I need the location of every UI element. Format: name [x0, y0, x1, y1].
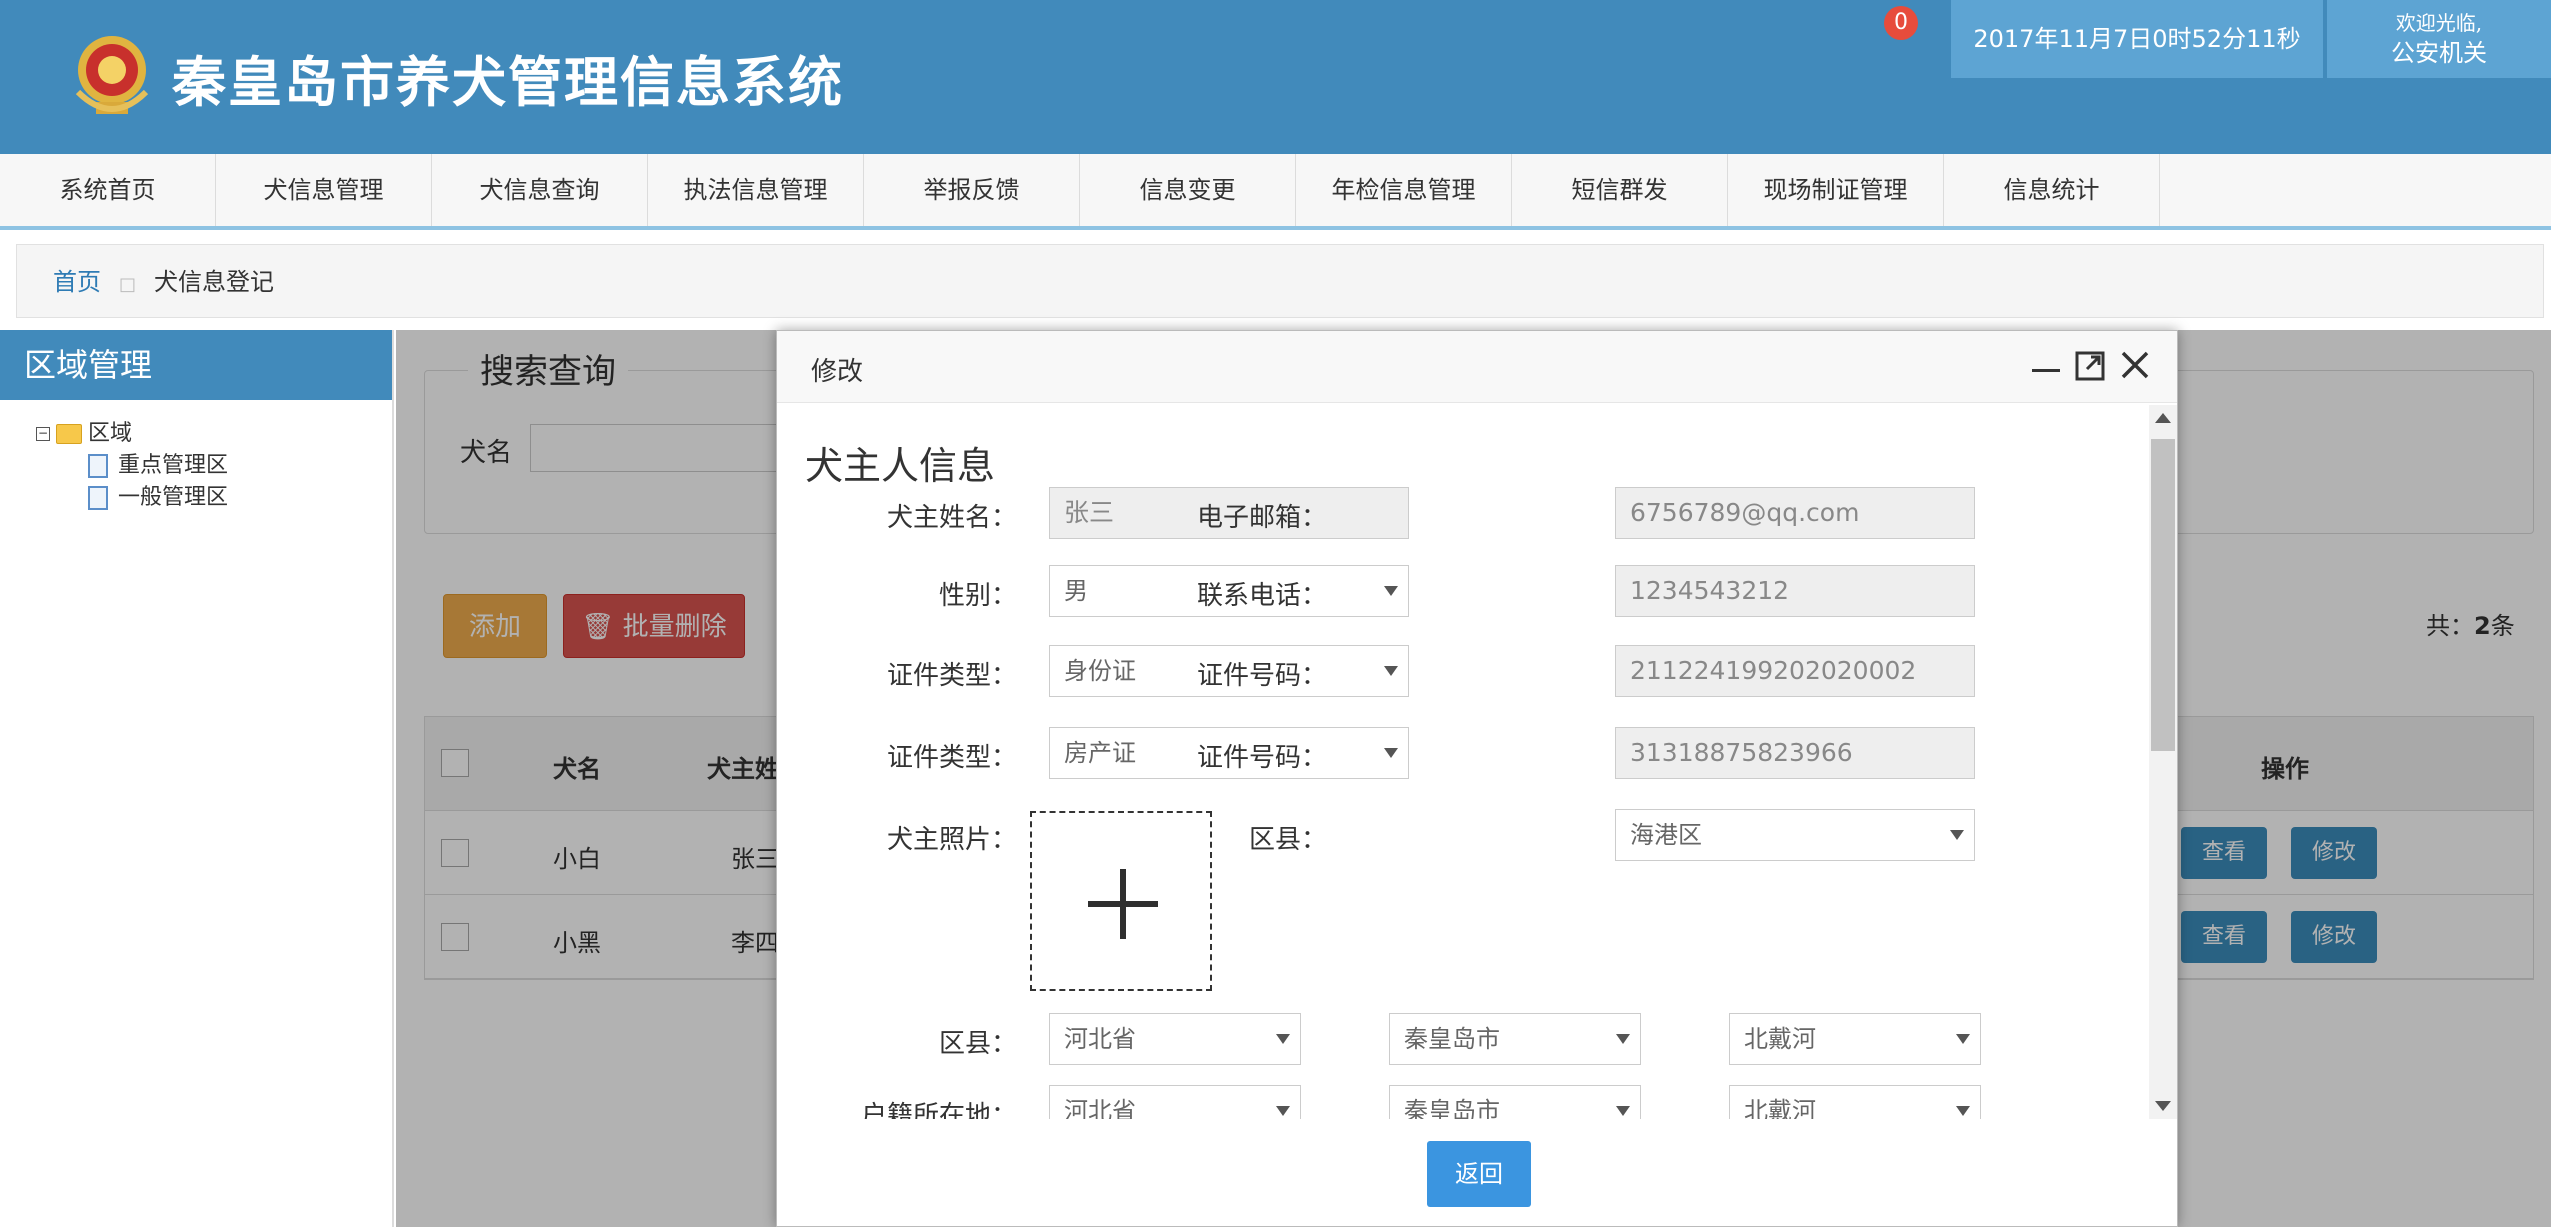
user-role: 公安机关 — [2391, 39, 2487, 67]
chevron-down-icon — [1956, 1034, 1970, 1044]
document-icon — [88, 486, 108, 510]
owner-name-label: 犬主姓名： — [886, 503, 1017, 533]
email-label: 电子邮箱： — [1196, 503, 1327, 533]
chevron-down-icon — [1616, 1106, 1630, 1116]
nav-item-info-change[interactable]: 信息变更 — [1080, 154, 1296, 226]
residence-county-select[interactable]: 北戴河 — [1729, 1085, 1981, 1119]
city-value: 秦皇岛市 — [1404, 1025, 1500, 1053]
nav-item-dog-info-query[interactable]: 犬信息查询 — [432, 154, 648, 226]
nav-item-onsite-certificate[interactable]: 现场制证管理 — [1728, 154, 1944, 226]
app-header: 秦皇岛市养犬管理信息系统 0 2017年11月7日0时52分11秒 欢迎光临, … — [0, 0, 2551, 154]
city-select[interactable]: 秦皇岛市 — [1389, 1013, 1641, 1065]
scroll-down-icon[interactable] — [2155, 1101, 2171, 1111]
nav-item-home[interactable]: 系统首页 — [0, 154, 216, 226]
main-nav: 系统首页 犬信息管理 犬信息查询 执法信息管理 举报反馈 信息变更 年检信息管理… — [0, 154, 2551, 230]
nav-item-enforcement[interactable]: 执法信息管理 — [648, 154, 864, 226]
gender-value: 男 — [1064, 577, 1088, 605]
minimize-icon[interactable] — [2029, 349, 2063, 383]
region-sidebar: 区域管理 − 区域 重点管理区 一般管理区 — [0, 330, 394, 1227]
edit-dialog: 修改 犬主人信息 犬主姓名： 张三 电子邮箱： 6756789@qq.com 性… — [776, 330, 2178, 1227]
id-number-input-2[interactable]: 31318875823966 — [1615, 727, 1975, 779]
collapse-icon[interactable]: − — [36, 427, 50, 441]
district-value-right: 海港区 — [1630, 821, 1702, 849]
system-title: 秦皇岛市养犬管理信息系统 — [172, 50, 844, 114]
id-number-label-2: 证件号码： — [1196, 743, 1327, 773]
gender-label: 性别： — [938, 581, 1017, 611]
sidebar-title: 区域管理 — [0, 330, 392, 400]
nav-item-dog-info-management[interactable]: 犬信息管理 — [216, 154, 432, 226]
province-value: 河北省 — [1064, 1025, 1136, 1053]
scroll-up-icon[interactable] — [2155, 413, 2171, 423]
breadcrumb-separator: □ — [119, 274, 137, 295]
breadcrumb: 首页 □ 犬信息登记 — [16, 244, 2544, 318]
tree-root-label: 区域 — [88, 421, 133, 446]
residence-province-value: 河北省 — [1064, 1097, 1136, 1119]
chevron-down-icon — [1384, 586, 1398, 596]
tree-item-general-area[interactable]: 一般管理区 — [36, 482, 392, 514]
chevron-down-icon — [1950, 830, 1964, 840]
residence-city-select[interactable]: 秦皇岛市 — [1389, 1085, 1641, 1119]
close-icon[interactable] — [2117, 347, 2153, 383]
return-button[interactable]: 返回 — [1427, 1141, 1531, 1207]
police-emblem-icon — [75, 36, 149, 114]
datetime-display: 2017年11月7日0时52分11秒 — [1951, 0, 2323, 78]
maximize-icon[interactable] — [2073, 349, 2107, 383]
section-title: 犬主人信息 — [805, 444, 996, 488]
county-select[interactable]: 北戴河 — [1729, 1013, 1981, 1065]
nav-item-report-feedback[interactable]: 举报反馈 — [864, 154, 1080, 226]
breadcrumb-home-link[interactable]: 首页 — [53, 268, 101, 296]
tree-item-key-area[interactable]: 重点管理区 — [36, 450, 392, 482]
dialog-body: 犬主人信息 犬主姓名： 张三 电子邮箱： 6756789@qq.com 性别： … — [777, 405, 2147, 1119]
nav-item-statistics[interactable]: 信息统计 — [1944, 154, 2160, 226]
id-number-label: 证件号码： — [1196, 661, 1327, 691]
dialog-title: 修改 — [811, 357, 864, 387]
dialog-titlebar: 修改 — [777, 331, 2177, 403]
district-label-right: 区县： — [1248, 825, 1327, 855]
breadcrumb-current: 犬信息登记 — [154, 268, 275, 296]
id-type-label-2: 证件类型： — [886, 743, 1017, 773]
tree-item-label: 一般管理区 — [118, 485, 229, 510]
chevron-down-icon — [1384, 748, 1398, 758]
chevron-down-icon — [1276, 1034, 1290, 1044]
chevron-down-icon — [1276, 1106, 1290, 1116]
phone-label: 联系电话： — [1196, 581, 1327, 611]
region-tree: − 区域 重点管理区 一般管理区 — [0, 400, 392, 514]
chevron-down-icon — [1616, 1034, 1630, 1044]
province-select[interactable]: 河北省 — [1049, 1013, 1301, 1065]
owner-photo-label: 犬主照片： — [886, 825, 1017, 855]
email-input[interactable]: 6756789@qq.com — [1615, 487, 1975, 539]
district-label: 区县： — [938, 1029, 1017, 1059]
chevron-down-icon — [1956, 1106, 1970, 1116]
id-number-input[interactable]: 211224199202020002 — [1615, 645, 1975, 697]
welcome-text: 欢迎光临, — [2395, 11, 2483, 35]
residence-label: 户籍所在地： — [860, 1101, 1017, 1119]
district-select-right[interactable]: 海港区 — [1615, 809, 1975, 861]
folder-icon — [56, 424, 82, 444]
phone-input[interactable]: 1234543212 — [1615, 565, 1975, 617]
document-icon — [88, 454, 108, 478]
dialog-scrollbar[interactable] — [2149, 405, 2177, 1119]
nav-item-sms[interactable]: 短信群发 — [1512, 154, 1728, 226]
county-value: 北戴河 — [1744, 1025, 1816, 1053]
id-type-label: 证件类型： — [886, 661, 1017, 691]
residence-city-value: 秦皇岛市 — [1404, 1097, 1500, 1119]
nav-item-annual-inspection[interactable]: 年检信息管理 — [1296, 154, 1512, 226]
chevron-down-icon — [1384, 666, 1398, 676]
plus-icon — [1120, 869, 1126, 939]
scroll-thumb[interactable] — [2151, 439, 2175, 751]
tree-root[interactable]: − 区域 — [36, 418, 392, 450]
notification-badge[interactable]: 0 — [1884, 6, 1918, 40]
welcome-box: 欢迎光临, 公安机关 — [2327, 0, 2551, 78]
residence-county-value: 北戴河 — [1744, 1097, 1816, 1119]
tree-item-label: 重点管理区 — [118, 453, 229, 478]
residence-province-select[interactable]: 河北省 — [1049, 1085, 1301, 1119]
